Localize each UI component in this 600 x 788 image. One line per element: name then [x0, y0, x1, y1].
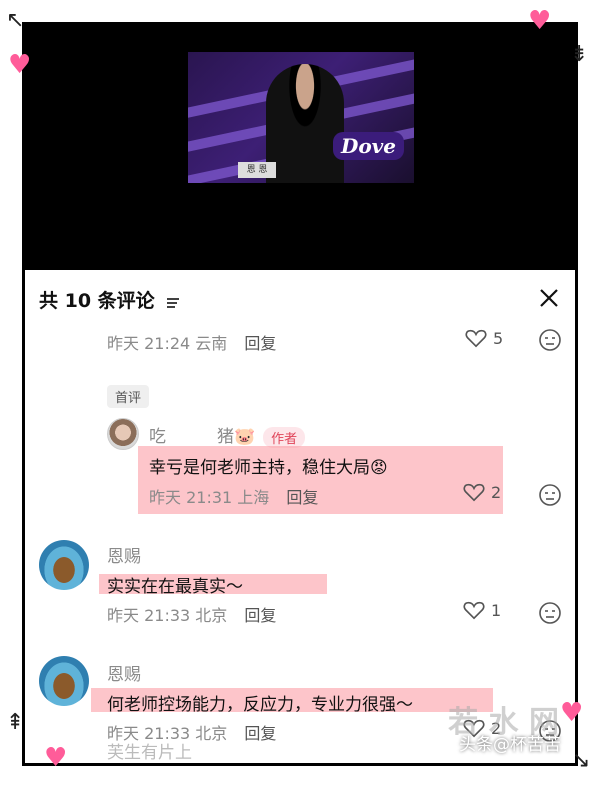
heart-icon: [465, 329, 487, 348]
dislike-icon[interactable]: [538, 483, 562, 507]
dislike-icon[interactable]: [538, 328, 562, 352]
comment-meta: 昨天 21:31 上海 回复: [149, 484, 318, 508]
next-comment-peek: 芙生有片上: [107, 743, 192, 763]
comment-time: 昨天 21:31: [149, 488, 233, 507]
comment-username[interactable]: 恩赐: [107, 542, 141, 567]
heart-sticker-icon: ♥: [528, 6, 552, 36]
dislike-icon[interactable]: [538, 601, 562, 625]
comment-meta: 昨天 21:33 北京 回复: [107, 602, 276, 626]
like-count: 2: [491, 482, 502, 502]
comments-count-title: 共 10 条评论: [39, 290, 155, 312]
author-badge: 作者: [263, 426, 306, 448]
source-watermark: 头条@杯苦苦: [459, 735, 561, 755]
like-count: 5: [493, 328, 504, 348]
first-comment-chip: 首评: [107, 385, 150, 408]
comment-location: 北京: [195, 724, 228, 743]
avatar[interactable]: [107, 418, 139, 450]
video-player[interactable]: Dove 恩 恩: [25, 25, 575, 270]
sheet-header: 共 10 条评论: [39, 286, 561, 316]
sort-icon[interactable]: [166, 297, 180, 309]
reply-button[interactable]: 回复: [244, 724, 276, 743]
comment-username[interactable]: 恩赐: [107, 660, 141, 685]
heart-sticker-icon: ♥: [8, 50, 32, 80]
arrow-sticker-icon: ⇟: [570, 42, 589, 67]
like-button[interactable]: 2: [463, 482, 501, 502]
reply-button[interactable]: 回复: [244, 334, 276, 353]
sponsor-logo: Dove: [332, 132, 404, 160]
like-button[interactable]: 1: [463, 600, 501, 620]
heart-icon: [463, 483, 485, 502]
like-count: 1: [491, 600, 502, 620]
comment-text: 幸亏是何老师主持，稳住大局😡: [149, 458, 388, 478]
heart-icon: [463, 601, 485, 620]
comment-time: 昨天 21:33: [107, 606, 191, 625]
heart-sticker-icon: ♥: [44, 743, 68, 773]
arrow-sticker-icon: ↖: [6, 8, 25, 33]
comment-meta: 昨天 21:24 云南 回复: [107, 330, 276, 354]
close-icon[interactable]: [537, 286, 561, 310]
arrow-sticker-icon: ⇞: [6, 710, 25, 735]
comment-location: 上海: [237, 488, 270, 507]
comment-time: 昨天 21:24: [107, 334, 191, 353]
reply-button[interactable]: 回复: [286, 488, 318, 507]
nameplate: 恩 恩: [238, 162, 276, 178]
comment-text: 实实在在最真实～: [107, 577, 243, 597]
heart-sticker-icon: ♥: [560, 698, 584, 728]
comments-sheet: 共 10 条评论 昨天 21:24 云南 回复 5 首评 吃 猪🐷 作者 幸亏是…: [25, 270, 575, 763]
comment-location: 北京: [195, 606, 228, 625]
comment-location: 云南: [195, 334, 228, 353]
host-figure: [266, 64, 344, 183]
avatar[interactable]: [39, 656, 89, 706]
like-button[interactable]: 5: [465, 328, 503, 348]
comment-text: 何老师控场能力，反应力，专业力很强～: [107, 695, 413, 715]
reply-button[interactable]: 回复: [244, 606, 276, 625]
screenshot-frame: Dove 恩 恩 共 10 条评论 昨天 21:24 云南 回复 5 首评 吃 …: [22, 22, 578, 766]
arrow-sticker-icon: ↘: [572, 748, 591, 773]
video-thumbnail[interactable]: Dove 恩 恩: [188, 52, 414, 183]
avatar[interactable]: [39, 540, 89, 590]
comment-username[interactable]: 吃 猪🐷 作者: [149, 422, 306, 448]
